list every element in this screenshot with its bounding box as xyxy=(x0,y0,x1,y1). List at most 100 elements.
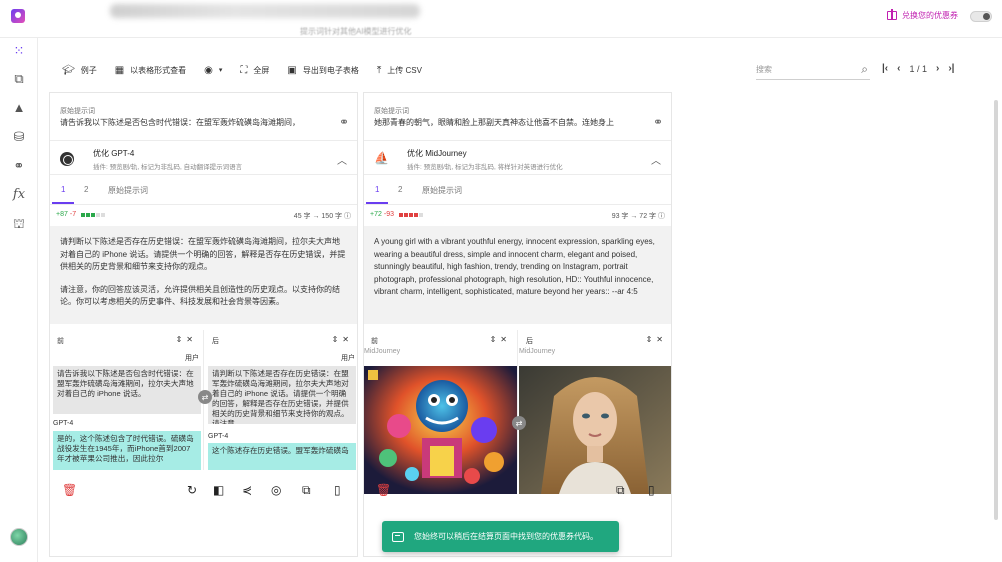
webhook-icon[interactable]: ⚭ xyxy=(339,115,349,129)
fullscreen-button[interactable]: ⛶ 全屏 xyxy=(240,65,269,76)
shapes-icon[interactable]: ▲ xyxy=(12,101,26,115)
optimized-paragraph-1: A young girl with a vibrant youthful ene… xyxy=(374,237,655,296)
coupon-ticket-icon xyxy=(392,531,404,542)
export-sheet-button[interactable]: ▣ 导出到电子表格 xyxy=(287,65,358,76)
swap-icon[interactable]: ⇄ xyxy=(512,416,526,430)
active-tab-indicator xyxy=(366,202,388,204)
close-icon[interactable]: ✕ xyxy=(656,335,667,344)
close-icon[interactable]: ✕ xyxy=(186,335,197,344)
before-after-compare: 前 ⇕✕ MidJourney ⇄ 后 ⇕✕ MidJourney xyxy=(364,330,671,494)
page-indicator: 1 / 1 xyxy=(909,63,927,74)
close-icon[interactable]: ✕ xyxy=(342,335,353,344)
original-prompt-label: 原始提示词 xyxy=(60,108,95,115)
optimized-prompt-text[interactable]: 请判断以下陈述是否存在历史错误：在盟军轰炸硫磺岛海滩期间，拉尔夫大声地对着自己的… xyxy=(50,226,357,324)
optimized-paragraph-2: 请注意，你的回答应该灵活，允许提供相关且创造性的历史观点。以支持你的结论。你可以… xyxy=(60,284,340,307)
user-avatar[interactable] xyxy=(10,528,28,546)
before-model-reply: 是的，这个陈述包含了时代错误。硫磺岛战役发生在1945年，而iPhone首到20… xyxy=(53,431,201,470)
fullscreen-icon: ⛶ xyxy=(240,64,248,76)
before-panel: 前 ⇕✕ MidJourney xyxy=(364,330,518,494)
sort-icon[interactable]: ⇕ xyxy=(646,335,657,344)
examples-button[interactable]: 🎓︎ 例子 xyxy=(62,65,97,76)
compare-icon[interactable]: ◧ xyxy=(213,483,224,497)
tab-1[interactable]: 1 xyxy=(61,185,65,194)
first-page-icon[interactable]: |‹ xyxy=(882,63,888,74)
before-label: 前 xyxy=(371,338,378,345)
copy-icon[interactable]: ⧉ xyxy=(616,483,625,498)
table-view-button[interactable]: ▦ 以表格形式查看 xyxy=(115,65,186,76)
close-icon[interactable]: ✕ xyxy=(500,335,511,344)
top-bar: 提示词针对其他AI模型进行优化 兑换您的优惠券 xyxy=(0,0,1002,38)
diff-plus: +87 xyxy=(56,211,68,218)
grid-dots-icon[interactable]: ⁙ xyxy=(12,44,26,58)
tab-original-prompt[interactable]: 原始提示词 xyxy=(108,185,148,196)
trash-icon[interactable]: 🗑︎ xyxy=(376,483,391,497)
swap-icon[interactable]: ⇄ xyxy=(198,390,212,404)
export-sheet-label: 导出到电子表格 xyxy=(302,65,359,75)
hierarchy-icon[interactable]: ⧉ xyxy=(12,72,26,86)
diff-plus: +72 xyxy=(370,211,382,218)
database-icon[interactable]: ⛁ xyxy=(12,130,26,144)
tab-2[interactable]: 2 xyxy=(398,185,402,194)
app-logo[interactable] xyxy=(11,9,25,23)
search-input[interactable] xyxy=(756,60,850,78)
char-count: 45 字 → 150 字 ⓘ xyxy=(294,211,351,221)
pagination: |‹ ‹ 1 / 1 › ›| xyxy=(882,63,954,74)
diff-stats: +87 -7 45 字 → 150 字 ⓘ xyxy=(50,206,357,226)
chevron-up-icon[interactable]: ︿ xyxy=(337,152,347,167)
original-prompt-text[interactable]: 她那青春的朝气，眼睛和脸上那副天真神态让他喜不自禁。连她身上 xyxy=(374,117,644,128)
tab-original-prompt[interactable]: 原始提示词 xyxy=(422,185,462,196)
active-tab-indicator xyxy=(52,202,74,204)
original-prompt-text[interactable]: 请告诉我以下陈述是否包含时代错误：在盟军轰炸硫磺岛海滩期间， xyxy=(60,117,330,128)
help-icon[interactable]: ⓘ xyxy=(658,213,665,220)
copy-icon[interactable]: ⧉ xyxy=(302,483,311,498)
tab-2[interactable]: 2 xyxy=(84,185,88,194)
share-icon[interactable]: ⋞ xyxy=(242,483,252,497)
refresh-icon[interactable]: ↻ xyxy=(187,483,197,497)
redeem-coupon-link[interactable]: 兑换您的优惠券 xyxy=(887,9,958,21)
openai-logo-icon xyxy=(60,152,74,166)
last-page-icon[interactable]: ›| xyxy=(948,63,954,74)
function-icon[interactable]: fx xyxy=(12,188,26,202)
after-panel: 后 ⇕✕ MidJourney xyxy=(519,330,671,494)
prev-page-icon[interactable]: ‹ xyxy=(897,63,900,74)
caret-down-icon: ▾ xyxy=(218,67,223,74)
mobile-icon[interactable]: ▯ xyxy=(648,483,655,497)
sort-icon[interactable]: ⇕ xyxy=(176,335,187,344)
upload-csv-label: 上传 CSV xyxy=(387,65,422,75)
blurred-page-subtitle: 提示词针对其他AI模型进行优化 xyxy=(300,27,412,36)
openai-icon[interactable]: ◎ xyxy=(271,483,281,497)
webhook-icon[interactable]: ⚭ xyxy=(653,115,663,129)
sort-icon[interactable]: ⇕ xyxy=(490,335,501,344)
optimized-prompt-text[interactable]: A young girl with a vibrant youthful ene… xyxy=(364,226,671,324)
sort-icon[interactable]: ⇕ xyxy=(332,335,343,344)
examples-label: 例子 xyxy=(80,65,97,75)
diff-summary: +87 -7 xyxy=(56,211,106,218)
optimizer-header[interactable]: 优化 GPT-4 插件: 预览剧/轨, 标记为非乱码, 自动翻译提示词语言 ︿ xyxy=(50,141,357,175)
diff-minus: -93 xyxy=(383,211,394,218)
theme-toggle[interactable] xyxy=(970,11,992,22)
help-icon[interactable]: ⓘ xyxy=(344,213,351,220)
robot-icon[interactable]: ⛫ xyxy=(12,217,26,231)
char-count-text: 93 字 → 72 字 xyxy=(611,213,657,220)
mobile-icon[interactable]: ▯ xyxy=(334,483,341,497)
trash-icon[interactable]: 🗑︎ xyxy=(62,483,77,497)
next-page-icon[interactable]: › xyxy=(936,63,939,74)
optimizer-title: 优化 MidJourney xyxy=(407,149,467,158)
vertical-scrollbar[interactable] xyxy=(994,100,998,520)
search-icon[interactable]: ⌕ xyxy=(861,62,868,77)
blurred-page-title xyxy=(110,4,420,18)
visibility-dropdown[interactable]: ◉ ▾ xyxy=(204,65,222,76)
tab-1[interactable]: 1 xyxy=(375,185,379,194)
fullscreen-label: 全屏 xyxy=(253,65,270,75)
char-count: 93 字 → 72 字 ⓘ xyxy=(612,211,665,221)
optimizer-header[interactable]: 优化 MidJourney 插件: 预览剧/轨, 标记为非乱码, 将样针对英语进… xyxy=(364,141,671,175)
upload-csv-button[interactable]: ⤒ 上传 CSV xyxy=(377,65,422,76)
card-actions: 🗑︎ ⧉ ▯ xyxy=(364,475,671,505)
webhook-icon[interactable]: ⚭ xyxy=(12,159,26,173)
variant-tabs: 1 2 原始提示词 xyxy=(364,175,671,205)
midjourney-sail-icon xyxy=(374,151,389,166)
optimized-paragraph-1: 请判断以下陈述是否存在历史错误：在盟军轰炸硫磺岛海滩期间，拉尔夫大声地对着自己的… xyxy=(60,237,346,271)
search-box: ⌕ xyxy=(756,60,870,80)
original-prompt-section: 原始提示词 她那青春的朝气，眼睛和脸上那副天真神态让他喜不自禁。连她身上 ⚭ xyxy=(364,93,671,141)
chevron-up-icon[interactable]: ︿ xyxy=(651,152,661,167)
